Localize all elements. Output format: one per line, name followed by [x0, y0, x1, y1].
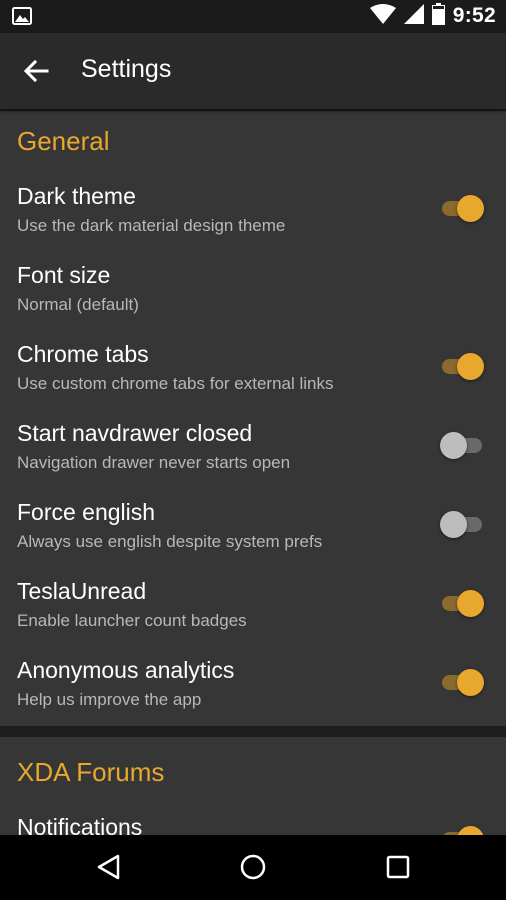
signal-icon: [403, 3, 424, 29]
notifications-switch[interactable]: [440, 824, 484, 835]
circle-home-icon: [240, 854, 266, 880]
pref-start-navdrawer-closed[interactable]: Start navdrawer closed Navigation drawer…: [0, 420, 506, 499]
dark-theme-switch[interactable]: [440, 193, 484, 223]
pref-summary: Normal (default): [17, 295, 139, 314]
pref-force-english[interactable]: Force english Always use english despite…: [0, 499, 506, 578]
wifi-icon: [369, 3, 396, 29]
pref-dark-theme[interactable]: Dark theme Use the dark material design …: [0, 183, 506, 262]
pref-title: Anonymous analytics: [17, 657, 235, 683]
pref-title: TeslaUnread: [17, 578, 147, 604]
force-english-switch[interactable]: [440, 509, 484, 539]
navigation-bar: [0, 835, 506, 900]
section-title-xda-forums: XDA Forums: [17, 757, 165, 787]
pref-summary: Always use english despite system prefs: [17, 532, 323, 551]
status-bar: 9:52: [0, 0, 506, 33]
teslaunread-switch[interactable]: [440, 588, 484, 618]
general-section: General Dark theme Use the dark material…: [0, 111, 506, 726]
battery-icon: [431, 2, 445, 30]
pref-font-size[interactable]: Font size Normal (default): [0, 262, 506, 341]
pref-summary: Use custom chrome tabs for external link…: [17, 374, 334, 393]
back-button[interactable]: [16, 51, 56, 91]
pref-summary: Help us improve the app: [17, 690, 202, 709]
nav-home-button[interactable]: [235, 849, 271, 885]
chrome-tabs-switch[interactable]: [440, 351, 484, 381]
pref-summary: Navigation drawer never starts open: [17, 453, 291, 472]
settings-screen: 9:52 Settings General Dark theme Use the…: [0, 0, 506, 900]
pref-title: Chrome tabs: [17, 341, 149, 367]
start-navdrawer-closed-switch[interactable]: [440, 430, 484, 460]
nav-recents-button[interactable]: [380, 849, 416, 885]
pref-title: Notifications: [17, 814, 143, 835]
pref-summary: Use the dark material design theme: [17, 216, 286, 235]
clock: 9:52: [452, 4, 496, 27]
pref-title: Start navdrawer closed: [17, 420, 253, 446]
pref-title: Force english: [17, 499, 156, 525]
square-recents-icon: [386, 855, 410, 879]
pref-chrome-tabs[interactable]: Chrome tabs Use custom chrome tabs for e…: [0, 341, 506, 420]
page-title: Settings: [81, 55, 172, 83]
anonymous-analytics-switch[interactable]: [440, 667, 484, 697]
arrow-left-icon: [23, 59, 49, 83]
section-title-general: General: [17, 126, 110, 156]
xda-forums-section: XDA Forums Notifications: [0, 737, 506, 835]
app-bar: Settings: [0, 33, 506, 109]
image-notification-icon: [12, 7, 32, 25]
pref-title: Dark theme: [17, 183, 136, 209]
nav-back-button[interactable]: [90, 849, 126, 885]
pref-title: Font size: [17, 262, 111, 288]
triangle-back-icon: [97, 854, 120, 880]
pref-anonymous-analytics[interactable]: Anonymous analytics Help us improve the …: [0, 657, 506, 736]
settings-list[interactable]: General Dark theme Use the dark material…: [0, 109, 506, 835]
pref-summary: Enable launcher count badges: [17, 611, 247, 630]
pref-teslaunread[interactable]: TeslaUnread Enable launcher count badges: [0, 578, 506, 657]
pref-notifications[interactable]: Notifications: [0, 814, 506, 835]
